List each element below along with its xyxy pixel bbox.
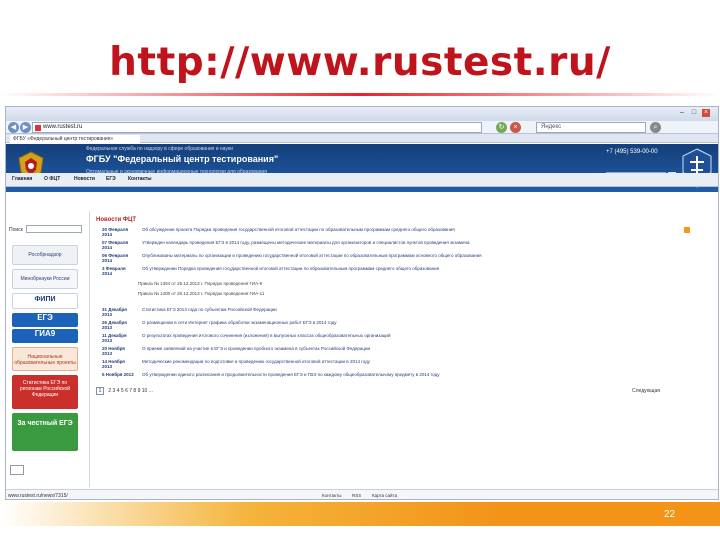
news-date: 14 Ноября 2013 — [102, 359, 125, 369]
news-date: 11 Декабря 2013 — [102, 333, 127, 343]
sidebar-search-input[interactable] — [26, 225, 82, 233]
banner-ege-statistics[interactable]: Статистика ЕГЭ по регионам Российской Фе… — [12, 375, 78, 409]
news-link[interactable]: О результатах проведения итогового сочин… — [142, 333, 682, 338]
news-sub-link[interactable]: Приказ № 1394 от 25.12.2013 г. Порядок п… — [138, 281, 262, 286]
back-icon[interactable]: ◀ — [8, 122, 19, 133]
close-icon[interactable]: × — [702, 109, 710, 117]
news-heading: Новости ФЦТ — [96, 217, 136, 223]
news-link[interactable]: Методические рекомендации по подготовке … — [142, 359, 682, 364]
banner-rosobrnadzor[interactable]: Рособрнадзор — [12, 245, 78, 265]
news-date: 20 Ноября 2013 — [102, 346, 125, 356]
refresh-icon[interactable]: ↻ — [496, 122, 507, 133]
address-bar: ◀ ▶ www.rustest.ru ↻ × Яндекс ⌕ — [6, 121, 718, 134]
title-underline-right — [360, 93, 720, 96]
site-title: ФГБУ "Федеральный центр тестирования" — [86, 154, 279, 164]
menu-item-ege[interactable]: ЕГЭ — [106, 176, 116, 182]
menu-item-news[interactable]: Новости — [74, 176, 95, 182]
news-date: 26 Декабря 2013 — [102, 320, 127, 330]
footer-link-sitemap[interactable]: Карта сайта — [372, 493, 397, 498]
news-date: 20 Февраля 2014 — [102, 227, 129, 237]
slide-title: http://www.rustest.ru/ — [109, 40, 611, 85]
news-date: 07 Февраля 2014 — [102, 240, 129, 250]
stop-icon[interactable]: × — [510, 122, 521, 133]
slide-footer-band — [0, 502, 720, 526]
title-underline-left — [0, 93, 360, 96]
forward-icon[interactable]: ▶ — [20, 122, 31, 133]
resize-grip-icon — [10, 465, 24, 475]
site-menu: Главная О ФЦТ Новости ЕГЭ Контакты — [6, 173, 718, 187]
maximize-icon[interactable]: □ — [690, 109, 698, 117]
banner-ege[interactable]: ЕГЭ — [12, 313, 78, 327]
browser-search-input[interactable]: Яндекс — [536, 122, 646, 133]
site-favicon-icon — [35, 125, 41, 131]
pagination: 1 2 3 4 5 6 7 8 9 10 ... — [96, 387, 153, 395]
search-engine-label: Яндекс — [541, 124, 562, 130]
url-text: www.rustest.ru — [43, 124, 83, 130]
status-bar: www.rustest.ru/news/7315/ Контакты RSS К… — [6, 489, 718, 499]
menu-item-contacts[interactable]: Контакты — [128, 176, 152, 182]
menu-item-about[interactable]: О ФЦТ — [44, 176, 60, 182]
news-link[interactable]: О приеме заявлений на участие в ЕГЭ и пр… — [142, 346, 682, 351]
news-date: 06 Февраля 2014 — [102, 253, 129, 263]
minimize-icon[interactable]: – — [678, 109, 686, 117]
browser-tab[interactable]: ФГБУ «Федеральный центр тестирования» — [10, 135, 140, 143]
header-ministry-line: Федеральная служба по надзору в сфере об… — [86, 146, 233, 152]
news-link[interactable]: Опубликованы материалы по организации и … — [142, 253, 682, 258]
news-link[interactable]: Статистика ЕГЭ 2013 года по субъектам Ро… — [142, 307, 682, 312]
pagination-current[interactable]: 1 — [96, 387, 104, 395]
news-link[interactable]: Об обсуждении проекта Порядка проведения… — [142, 227, 682, 232]
rss-icon[interactable] — [684, 227, 690, 233]
news-date: 3 Февраля 2014 — [102, 266, 126, 276]
url-input[interactable]: www.rustest.ru — [32, 122, 482, 133]
banner-honest-ege[interactable]: За честный ЕГЭ — [12, 413, 78, 451]
news-link[interactable]: Утвержден календарь проведения ЕГЭ в 201… — [142, 240, 682, 245]
news-sub-link[interactable]: Приказ № 1400 от 26.12.2013 г. Порядок п… — [138, 291, 264, 296]
footer-link-contacts[interactable]: Контакты — [322, 493, 341, 498]
news-date: 5 Ноября 2013 — [102, 372, 134, 377]
news-link[interactable]: Об утверждении Порядка проведения госуда… — [142, 266, 682, 271]
news-link[interactable]: Об утверждении единого расписания и прод… — [142, 372, 682, 377]
browser-title-bar: – □ × — [6, 107, 718, 121]
sidebar-search-label: Поиск — [9, 227, 23, 233]
website-screenshot: – □ × ◀ ▶ www.rustest.ru ↻ × Яндекс ⌕ ФГ… — [5, 106, 719, 500]
banner-gia9[interactable]: ГИА9 — [12, 329, 78, 343]
news-content: Новости ФЦТ 20 Февраля 2014 Об обсуждени… — [92, 211, 692, 487]
status-url: www.rustest.ru/news/7315/ — [8, 493, 68, 499]
pagination-pages[interactable]: 2 3 4 5 6 7 8 9 10 ... — [108, 388, 152, 394]
banner-education-projects[interactable]: Национальные образовательные проекты — [12, 347, 78, 371]
banner-minobrnauki[interactable]: Минобрнауки России — [12, 269, 78, 289]
tab-strip: ФГБУ «Федеральный центр тестирования» — [6, 134, 718, 143]
banner-fipi[interactable]: ФИПИ — [12, 293, 78, 309]
header-phone: +7 (495) 539-00-00 — [606, 149, 658, 155]
sidebar: Поиск Рособрнадзор Минобрнауки России ФИ… — [6, 211, 90, 487]
pagination-next[interactable]: Следующая — [632, 388, 660, 394]
search-icon[interactable]: ⌕ — [650, 122, 661, 133]
footer-link-rss[interactable]: RSS — [352, 493, 361, 498]
menu-item-home[interactable]: Главная — [12, 176, 32, 182]
slide-page-number: 22 — [664, 509, 676, 520]
news-link[interactable]: О размещении в сети Интернет графика обр… — [142, 320, 682, 325]
news-date: 31 Декабря 2013 — [102, 307, 127, 317]
